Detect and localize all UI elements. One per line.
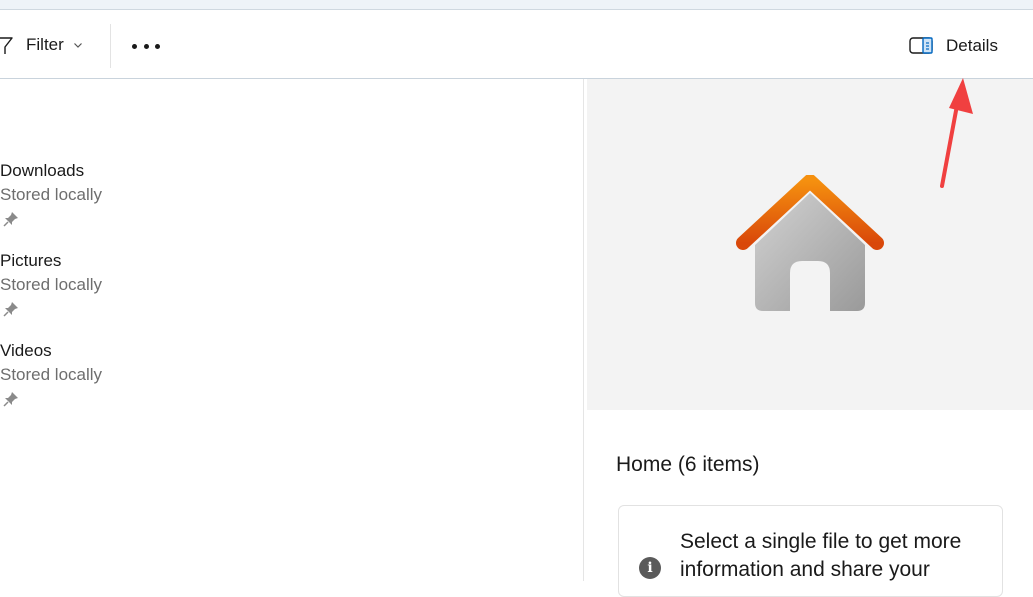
pin-icon xyxy=(3,302,18,317)
window-top-edge xyxy=(0,0,1033,10)
filter-icon xyxy=(0,37,13,54)
more-options-button[interactable] xyxy=(132,34,160,58)
item-name: Downloads xyxy=(0,161,85,180)
list-item-videos[interactable]: Videos Stored locally xyxy=(0,341,300,421)
annotation-arrow xyxy=(940,78,973,188)
item-status: Stored locally xyxy=(0,365,103,384)
pin-icon xyxy=(3,392,18,407)
item-status: Stored locally xyxy=(0,275,103,294)
item-status: Stored locally xyxy=(0,185,103,204)
chevron-down-icon xyxy=(73,43,82,48)
toolbar-separator xyxy=(110,24,111,68)
info-message: Select a single file to get more informa… xyxy=(680,530,962,581)
info-icon: i xyxy=(639,557,661,579)
item-name: Videos xyxy=(0,341,52,360)
pin-icon xyxy=(3,212,18,227)
list-item-pictures[interactable]: Pictures Stored locally xyxy=(0,251,300,331)
file-list: Downloads Stored locally Pictures Stored… xyxy=(0,79,584,581)
filter-button[interactable]: Filter xyxy=(0,32,83,58)
command-bar: Filter Details xyxy=(0,10,1033,79)
details-button[interactable]: Details xyxy=(908,32,998,60)
details-label: Details xyxy=(946,36,998,55)
details-pane-icon xyxy=(909,37,933,54)
home-icon xyxy=(736,175,884,311)
list-item-downloads[interactable]: Downloads Stored locally xyxy=(0,161,300,241)
details-title: Home (6 items) xyxy=(616,453,760,476)
more-horizontal-icon xyxy=(132,43,137,49)
info-card: i Select a single file to get more infor… xyxy=(618,505,1003,597)
filter-label: Filter xyxy=(26,35,64,54)
item-name: Pictures xyxy=(0,251,62,270)
